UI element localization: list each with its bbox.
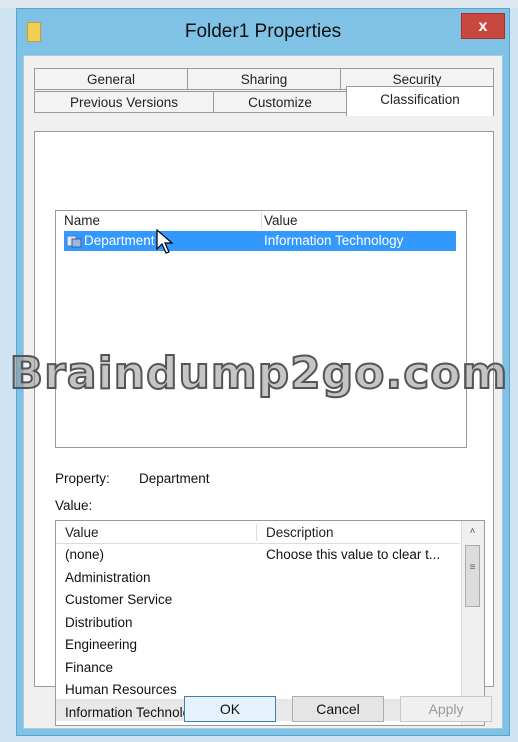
column-header-value[interactable]: Value	[264, 211, 298, 230]
classification-list[interactable]: Name Value Department Information Techno…	[55, 210, 467, 448]
vertical-scrollbar[interactable]: ˄ ≡ ˅	[461, 521, 484, 725]
title-bar[interactable]: Folder1 Properties x	[17, 9, 509, 55]
scroll-thumb[interactable]: ≡	[465, 545, 480, 607]
classification-tab-panel: Name Value Department Information Techno…	[34, 131, 494, 726]
row-name: Department	[84, 233, 155, 248]
window-title: Folder1 Properties	[184, 21, 342, 42]
list-item[interactable]: (none)	[65, 547, 104, 562]
cancel-button[interactable]: Cancel	[292, 696, 384, 722]
screenshot-top-strip	[0, 0, 518, 8]
property-value: Department	[139, 471, 210, 486]
list-item-department[interactable]: Department Information Technology	[64, 231, 456, 251]
item-description: Choose this value to clear t...	[266, 547, 441, 562]
property-label: Property:	[55, 471, 110, 486]
tab-general[interactable]: General	[34, 68, 188, 90]
tab-previous-versions[interactable]: Previous Versions	[34, 91, 214, 113]
watermark-text: Braindump2go.com	[9, 347, 509, 400]
column-divider	[256, 524, 257, 541]
list-item[interactable]: Distribution	[65, 615, 133, 630]
property-icon	[66, 235, 82, 248]
tab-classification[interactable]: Classification	[346, 86, 494, 116]
row-value: Information Technology	[264, 233, 404, 248]
list-item[interactable]: Administration	[65, 570, 151, 585]
value-label: Value:	[55, 498, 93, 513]
column-divider	[261, 212, 262, 229]
scroll-up-icon[interactable]: ˄	[464, 524, 481, 540]
mouse-cursor-icon	[156, 229, 174, 254]
column-header-description[interactable]: Description	[266, 523, 334, 542]
list-item[interactable]: Finance	[65, 660, 113, 675]
tab-sharing[interactable]: Sharing	[187, 68, 341, 90]
list-item[interactable]: Engineering	[65, 637, 137, 652]
list-item[interactable]: Human Resources	[65, 682, 177, 697]
column-header-name[interactable]: Name	[64, 211, 100, 230]
tab-customize[interactable]: Customize	[213, 91, 347, 113]
ok-button[interactable]: OK	[184, 696, 276, 722]
column-header-value[interactable]: Value	[65, 523, 99, 542]
value-list-header: Value Description	[56, 521, 460, 544]
apply-button[interactable]: Apply	[400, 696, 492, 722]
list-item[interactable]: Customer Service	[65, 592, 172, 607]
close-button[interactable]: x	[461, 13, 505, 39]
